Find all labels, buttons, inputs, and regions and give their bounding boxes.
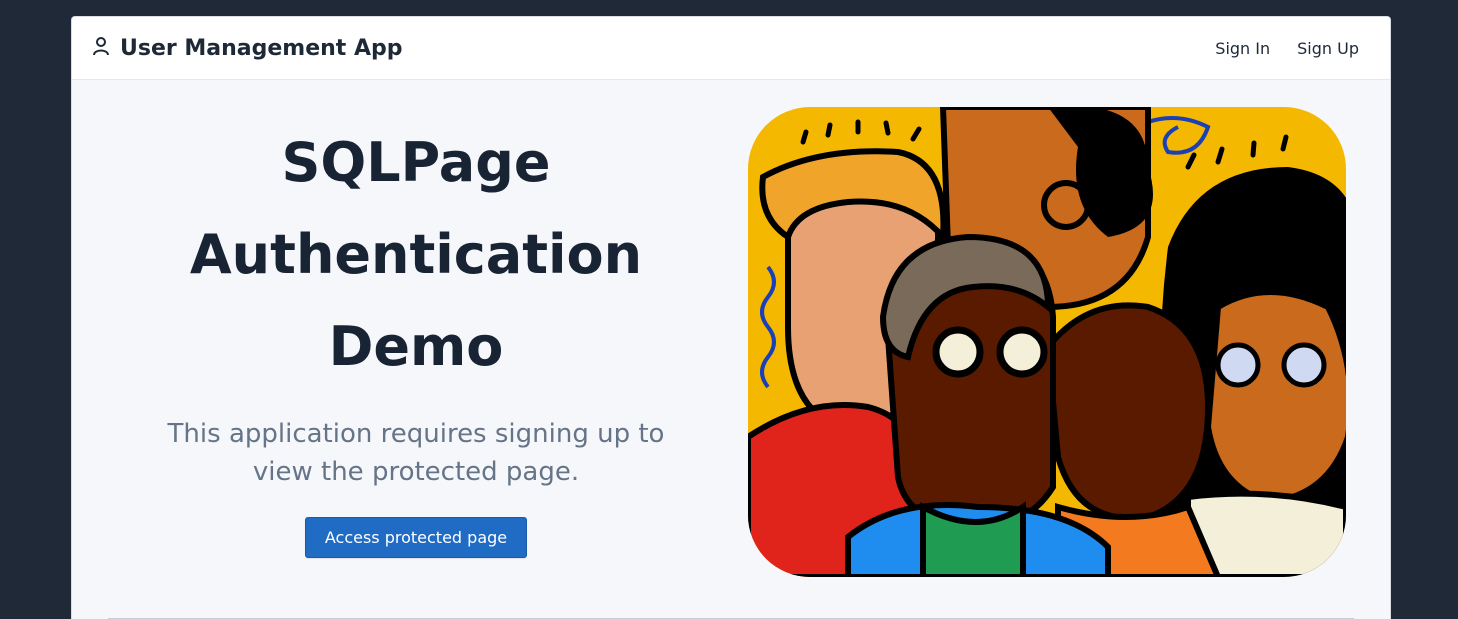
sign-up-link[interactable]: Sign Up <box>1297 39 1359 58</box>
app-title: User Management App <box>120 35 403 61</box>
hero-title-line-2: Authentication <box>189 223 643 286</box>
hero-title: SQLPage Authentication Demo <box>116 117 716 393</box>
access-protected-page-button[interactable]: Access protected page <box>304 517 528 558</box>
nav-links: Sign In Sign Up <box>1215 39 1359 58</box>
hero-title-line-3: Demo <box>328 315 504 378</box>
navbar: User Management App Sign In Sign Up <box>72 17 1390 80</box>
app-window: User Management App Sign In Sign Up SQLP… <box>71 16 1391 619</box>
brand-link[interactable]: User Management App <box>92 35 403 61</box>
group-of-people-illustration <box>748 107 1346 577</box>
hero-title-line-1: SQLPage <box>281 131 551 194</box>
user-icon <box>92 35 110 61</box>
hero-description: This application requires signing up to … <box>167 419 665 487</box>
sign-in-link[interactable]: Sign In <box>1215 39 1270 58</box>
hero-text: SQLPage Authentication Demo This applica… <box>116 117 716 558</box>
